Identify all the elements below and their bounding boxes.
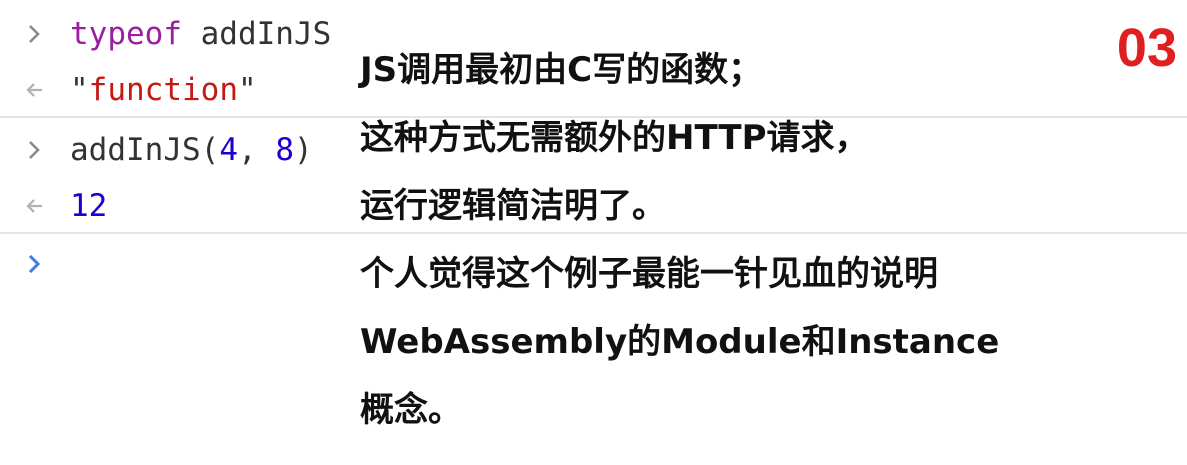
code-token: 12 — [70, 188, 108, 224]
annotation-line: JS调用最初由C写的函数； — [360, 50, 763, 90]
code-token: 4 — [219, 132, 238, 168]
console-code[interactable]: addInJS(4, 8) — [70, 130, 313, 170]
annotation-line: 个人觉得这个例子最能一针见血的说明 — [360, 254, 938, 294]
step-number-badge: 03 — [1116, 18, 1177, 78]
chevron-left-arrow-icon — [22, 70, 48, 110]
annotation-line: 概念。 — [360, 390, 462, 430]
code-token: typeof — [70, 16, 182, 52]
chevron-right-icon — [22, 14, 48, 54]
code-token: ) — [293, 132, 313, 168]
console-code[interactable]: typeof addInJS — [70, 14, 331, 54]
annotation-line: 这种方式无需额外的HTTP请求， — [360, 118, 869, 158]
console-screenshot: typeof addInJS "function" addInJS(4, 8) … — [0, 0, 1187, 465]
console-result[interactable]: "function" — [70, 70, 257, 110]
chevron-right-icon — [22, 130, 48, 170]
code-token: 8 — [275, 132, 294, 168]
code-token: " — [70, 72, 89, 108]
code-token: , — [237, 132, 276, 168]
code-token: function — [88, 72, 238, 108]
chevron-left-arrow-icon — [22, 186, 48, 226]
code-token: addInJS — [181, 16, 332, 52]
console-result[interactable]: 12 — [70, 186, 107, 226]
annotation-text: JS调用最初由C写的函数； 这种方式无需额外的HTTP请求， 运行逻辑简洁明了。… — [360, 36, 1080, 444]
annotation-line: WebAssembly的Module和Instance — [360, 322, 1000, 362]
code-token: " — [237, 72, 257, 108]
code-token: addInJS( — [70, 132, 220, 168]
chevron-right-icon — [22, 244, 48, 284]
annotation-line: 运行逻辑简洁明了。 — [360, 186, 666, 226]
